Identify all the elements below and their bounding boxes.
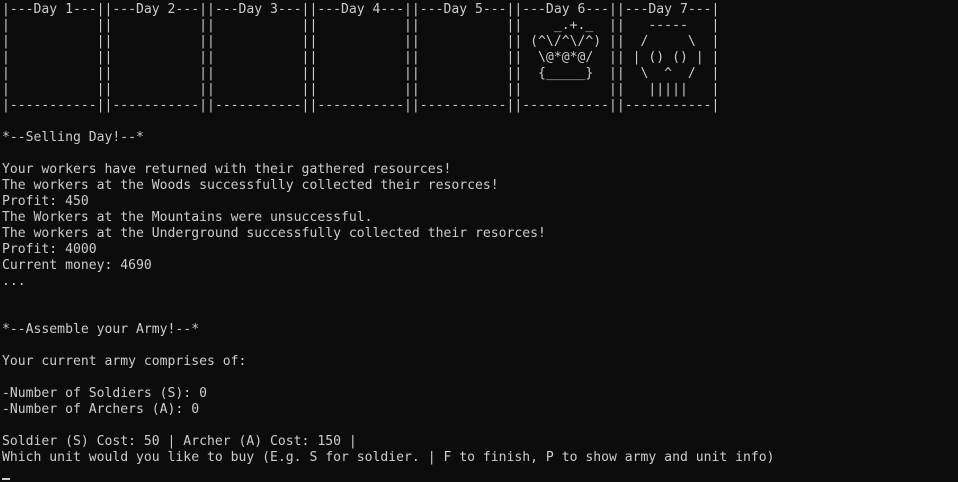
current-money-text: Current money: 4690	[2, 258, 152, 273]
ellipsis-text: ...	[2, 274, 26, 289]
soldier-count-text: -Number of Soldiers (S): 0	[2, 386, 207, 401]
input-cursor[interactable]	[2, 478, 10, 480]
underground-result-text: The workers at the Underground successfu…	[2, 226, 546, 241]
selling-day-heading: *--Selling Day!--*	[2, 130, 144, 145]
underground-profit-text: Profit: 4000	[2, 242, 97, 257]
unit-purchase-prompt: Which unit would you like to buy (E.g. S…	[2, 450, 775, 465]
calendar-art-row: | || || || || || \@*@*@/ || | () () | |	[2, 50, 720, 65]
army-comprises-text: Your current army comprises of:	[2, 354, 247, 369]
archer-count-text: -Number of Archers (A): 0	[2, 402, 200, 417]
workers-returned-text: Your workers have returned with their ga…	[2, 162, 452, 177]
unit-costs-text: Soldier (S) Cost: 50 | Archer (A) Cost: …	[2, 434, 357, 449]
assemble-army-heading: *--Assemble your Army!--*	[2, 322, 200, 337]
woods-result-text: The workers at the Woods successfully co…	[2, 178, 499, 193]
calendar-art-row: | || || || || || _.+._ || ----- |	[2, 18, 720, 33]
woods-profit-text: Profit: 450	[2, 194, 89, 209]
console-window[interactable]: |---Day 1---||---Day 2---||---Day 3---||…	[0, 0, 958, 482]
calendar-art-row: | || || || || || (^\/^\/^) || / \ |	[2, 34, 720, 49]
calendar-art-row: | || || || || || {_____} || \ ^ / |	[2, 66, 720, 81]
calendar-art-row: | || || || || || || ||||| |	[2, 82, 720, 97]
mountains-result-text: The Workers at the Mountains were unsucc…	[2, 210, 373, 225]
calendar-bottom-row: |-----------||-----------||-----------||…	[2, 98, 720, 113]
calendar-header-row: |---Day 1---||---Day 2---||---Day 3---||…	[2, 2, 720, 17]
